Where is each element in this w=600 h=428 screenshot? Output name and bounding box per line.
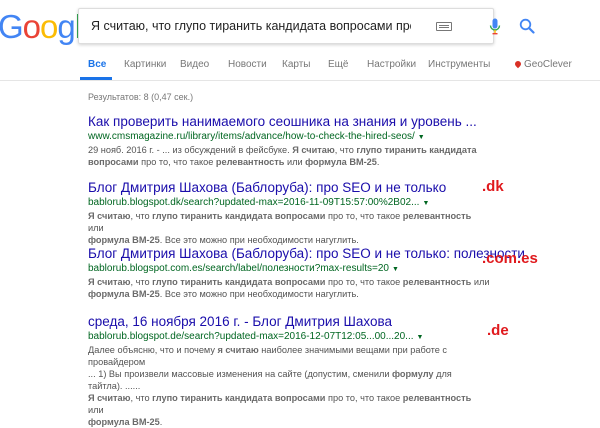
result-url-text: bablorub.blogspot.com.es/search/label/по… <box>88 263 389 274</box>
snippet-highlight: Я считаю <box>88 211 131 221</box>
snippet-text: про то, что такое <box>138 157 216 167</box>
result-title-link[interactable]: Блог Дмитрия Шахова (Баблоруба): про SEO… <box>88 246 525 262</box>
snippet-highlight: Я считаю <box>88 277 131 287</box>
logo-letter: G <box>0 8 24 45</box>
snippet-highlight: формула ВМ-25 <box>88 417 160 427</box>
snippet-highlight: глупо тиранить кандидата вопросами <box>152 393 326 403</box>
search-tabs: Все Картинки Видео Новости Карты Ещё Нас… <box>0 54 600 81</box>
snippet-highlight: глупо тиранить кандидата вопросами <box>152 277 326 287</box>
result-snippet: Я считаю, что глупо тиранить кандидата в… <box>88 276 498 300</box>
snippet-text: Далее объясню, что и почему <box>88 345 218 355</box>
snippet-text: про то, что такое <box>325 277 403 287</box>
caret-down-icon[interactable]: ▼ <box>417 334 424 341</box>
result-url-text: bablorub.blogspot.de/search?updated-max=… <box>88 331 414 342</box>
result-snippet: Далее объясню, что и почему я считаю наи… <box>88 344 488 428</box>
snippet-highlight: я считаю <box>217 345 259 355</box>
snippet-text: , что <box>130 393 153 403</box>
tab-more[interactable]: Ещё <box>328 59 348 70</box>
snippet-text: , что <box>130 277 153 287</box>
result-url: www.cmsmagazine.ru/library/items/advance… <box>88 130 488 144</box>
logo-letter: o <box>40 8 58 45</box>
result-url-text: www.cmsmagazine.ru/library/items/advance… <box>88 131 415 142</box>
result-title-link[interactable]: Как проверить нанимаемого сеошника на зн… <box>88 114 488 130</box>
tab-images[interactable]: Картинки <box>124 59 166 70</box>
snippet-highlight: релевантность <box>402 211 472 221</box>
result-snippet: Я считаю, что глупо тиранить кандидата в… <box>88 210 488 246</box>
geo-label: GeoClever <box>524 59 572 70</box>
domain-tag-de: .de <box>487 322 509 339</box>
search-box[interactable] <box>78 8 535 44</box>
snippet-highlight: релевантность <box>215 157 285 167</box>
result-snippet: 29 нояб. 2016 г. - ... из обсуждений в ф… <box>88 144 488 168</box>
snippet-text: , что <box>334 145 357 155</box>
tab-video[interactable]: Видео <box>180 59 209 70</box>
search-result: среда, 16 ноября 2016 г. - Блог Дмитрия … <box>88 314 488 428</box>
result-title-link[interactable]: среда, 16 ноября 2016 г. - Блог Дмитрия … <box>88 314 488 330</box>
snippet-text: . <box>376 157 380 167</box>
microphone-icon[interactable] <box>489 18 501 35</box>
snippet-text: или <box>471 277 490 287</box>
snippet-text: про то, что такое <box>325 211 403 221</box>
snippet-highlight: релевантность <box>402 277 472 287</box>
result-url: bablorub.blogspot.de/search?updated-max=… <box>88 330 488 344</box>
snippet-text: 29 нояб. 2016 г. - ... из обсуждений в ф… <box>88 145 293 155</box>
snippet-highlight: вопросами <box>88 157 139 167</box>
snippet-text: или <box>88 223 104 233</box>
snippet-text: или <box>284 157 306 167</box>
caret-down-icon[interactable]: ▼ <box>392 266 399 273</box>
tab-news[interactable]: Новости <box>228 59 267 70</box>
snippet-text: ... 1) Вы произвели массовые изменения н… <box>88 369 393 379</box>
search-result: Блог Дмитрия Шахова (Баблоруба): про SEO… <box>88 180 488 246</box>
snippet-text: . Все это можно при необходимости нагугл… <box>159 235 359 245</box>
snippet-highlight: Я считаю <box>292 145 335 155</box>
snippet-highlight: формула ВМ-25 <box>88 235 160 245</box>
caret-down-icon[interactable]: ▼ <box>418 134 425 141</box>
keyboard-icon[interactable] <box>436 22 452 31</box>
logo-letter: g <box>57 8 75 45</box>
snippet-highlight: глупо тиранить кандидата вопросами <box>152 211 326 221</box>
snippet-highlight: формулу <box>392 369 434 379</box>
geoclever-extension[interactable]: GeoClever <box>513 59 572 70</box>
snippet-text: или <box>88 405 104 415</box>
snippet-text: . <box>159 417 163 427</box>
search-result: Как проверить нанимаемого сеошника на зн… <box>88 114 488 168</box>
domain-tag-dk: .dk <box>482 178 504 195</box>
snippet-highlight: формула ВМ-25 <box>88 289 160 299</box>
snippet-highlight: Я считаю <box>88 393 131 403</box>
result-url: bablorub.blogspot.com.es/search/label/по… <box>88 262 498 276</box>
logo-letter: o <box>22 8 41 45</box>
result-url-text: bablorub.blogspot.dk/search?updated-max=… <box>88 197 420 208</box>
tab-settings[interactable]: Настройки <box>367 59 416 70</box>
tab-tools[interactable]: Инструменты <box>428 59 490 70</box>
snippet-text: , что <box>130 211 153 221</box>
result-title-link[interactable]: Блог Дмитрия Шахова (Баблоруба): про SEO… <box>88 180 488 196</box>
search-icon[interactable] <box>519 18 535 34</box>
snippet-text: про то, что такое <box>325 393 403 403</box>
result-stats: Результатов: 8 (0,47 сек.) <box>88 92 194 102</box>
tab-all[interactable]: Все <box>88 59 106 70</box>
caret-down-icon[interactable]: ▼ <box>422 200 429 207</box>
search-input[interactable] <box>89 9 413 43</box>
snippet-text: . Все это можно при необходимости нагугл… <box>159 289 359 299</box>
snippet-highlight: формула ВМ-25 <box>305 157 377 167</box>
snippet-highlight: глупо тиранить кандидата <box>356 145 477 155</box>
search-result: Блог Дмитрия Шахова (Баблоруба): про SEO… <box>88 246 525 300</box>
result-url: bablorub.blogspot.dk/search?updated-max=… <box>88 196 488 210</box>
location-pin-icon <box>513 60 523 69</box>
active-tab-indicator <box>80 77 112 80</box>
snippet-highlight: релевантность <box>402 393 472 403</box>
domain-tag-com-es: .com.es <box>482 250 538 267</box>
tab-maps[interactable]: Карты <box>282 59 311 70</box>
